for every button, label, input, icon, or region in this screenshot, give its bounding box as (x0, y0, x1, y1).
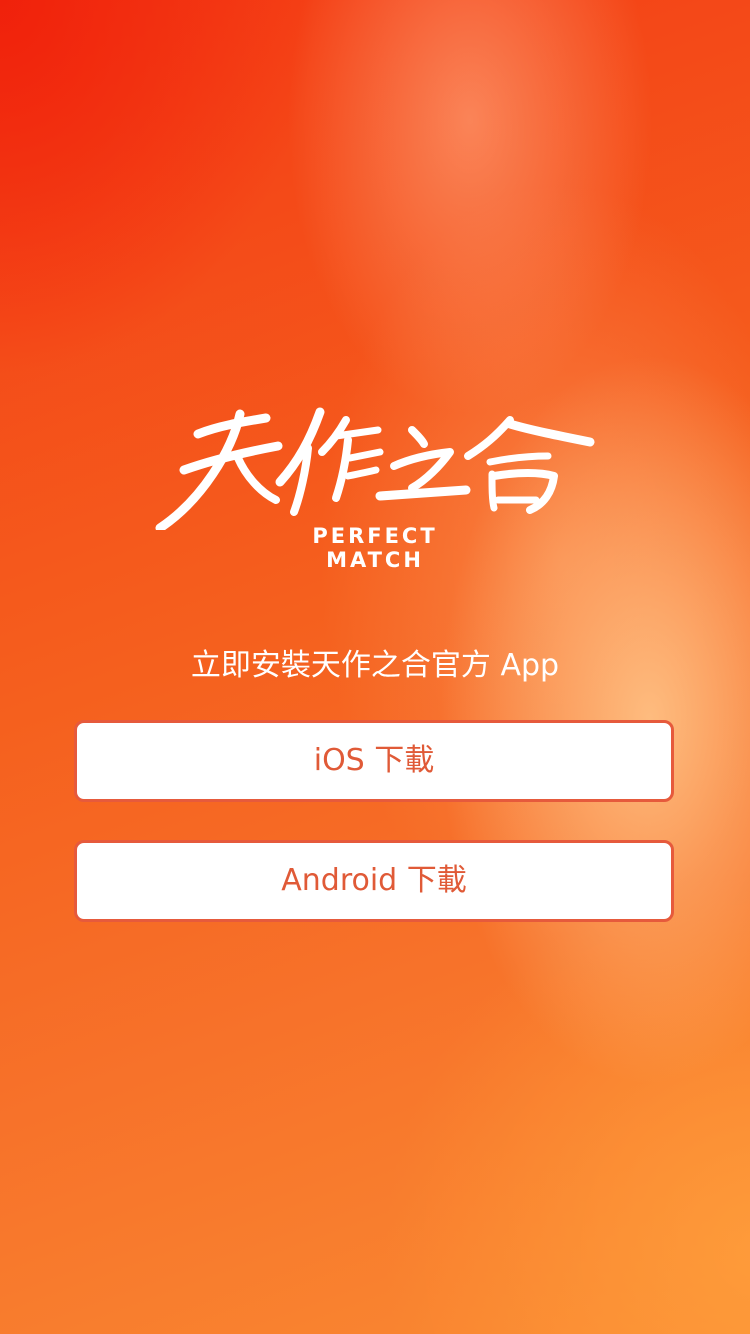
brand-logo-subtitle: PERFECT MATCH (312, 524, 438, 572)
install-tagline: 立即安裝天作之合官方 App (190, 648, 560, 683)
brand-logo-script (155, 407, 595, 530)
ios-download-button[interactable]: iOS 下載 (74, 720, 674, 802)
android-download-button[interactable]: Android 下載 (74, 840, 674, 922)
brand-logo: PERFECT MATCH (150, 400, 600, 572)
